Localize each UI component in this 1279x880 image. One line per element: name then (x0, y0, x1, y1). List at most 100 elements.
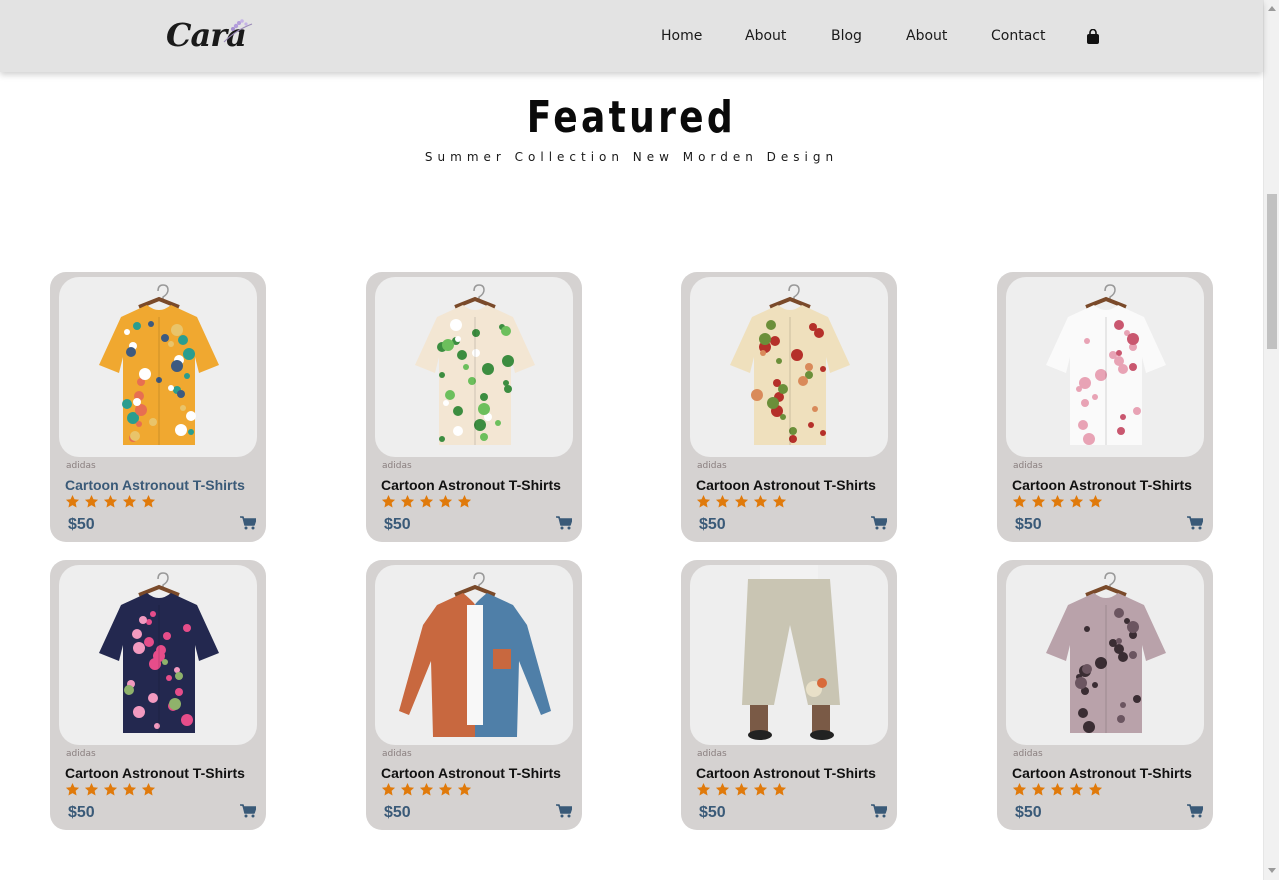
scroll-down-arrow-icon[interactable] (1268, 868, 1276, 873)
product-rating (65, 494, 160, 512)
product-card-4[interactable]: adidas Cartoon Astronout T-Shirts $50 (997, 272, 1213, 542)
product-price: $50 (1015, 804, 1042, 821)
product-brand: adidas (1013, 461, 1043, 471)
star-icon (400, 782, 415, 796)
site-header: Cara Home About Blog About Contact (0, 0, 1263, 72)
star-icon (753, 782, 768, 796)
product-price: $50 (68, 804, 95, 821)
product-rating (381, 494, 476, 512)
product-card-6[interactable]: adidas Cartoon Astronout T-Shirts $50 (366, 560, 582, 830)
product-card-5[interactable]: adidas Cartoon Astronout T-Shirts $50 (50, 560, 266, 830)
product-image[interactable] (375, 565, 573, 745)
product-brand: adidas (697, 749, 727, 759)
product-rating (696, 782, 791, 800)
star-icon (734, 494, 749, 508)
star-icon (772, 782, 787, 796)
product-image[interactable] (1006, 277, 1204, 457)
product-card-1[interactable]: adidas Cartoon Astronout T-Shirts $50 (50, 272, 266, 542)
star-icon (381, 494, 396, 508)
product-card-2[interactable]: adidas Cartoon Astronout T-Shirts $50 (366, 272, 582, 542)
product-price: $50 (384, 804, 411, 821)
product-image[interactable] (375, 277, 573, 457)
product-name: Cartoon Astronout T-Shirts (381, 477, 561, 493)
main-nav: Home About Blog About Contact (0, 0, 1263, 72)
star-icon (457, 494, 472, 508)
nav-about-2[interactable]: About (906, 28, 947, 44)
product-price: $50 (699, 804, 726, 821)
star-icon (65, 494, 80, 508)
product-image[interactable] (1006, 565, 1204, 745)
shopping-bag-icon[interactable] (1086, 29, 1100, 45)
star-icon (1069, 494, 1084, 508)
product-brand: adidas (697, 461, 727, 471)
product-image[interactable] (690, 565, 888, 745)
product-price: $50 (699, 516, 726, 533)
product-name: Cartoon Astronout T-Shirts (696, 477, 876, 493)
product-name: Cartoon Astronout T-Shirts (65, 477, 245, 493)
product-image[interactable] (690, 277, 888, 457)
cart-icon[interactable] (240, 804, 256, 818)
star-icon (734, 782, 749, 796)
cart-icon[interactable] (240, 516, 256, 530)
product-price: $50 (1015, 516, 1042, 533)
star-icon (103, 494, 118, 508)
nav-home[interactable]: Home (661, 28, 702, 44)
product-brand: adidas (382, 461, 412, 471)
star-icon (1050, 494, 1065, 508)
star-icon (696, 494, 711, 508)
star-icon (438, 782, 453, 796)
product-image[interactable] (59, 565, 257, 745)
star-icon (1050, 782, 1065, 796)
product-rating (381, 782, 476, 800)
star-icon (400, 494, 415, 508)
cart-icon[interactable] (556, 804, 572, 818)
product-name: Cartoon Astronout T-Shirts (381, 765, 561, 781)
star-icon (696, 782, 711, 796)
star-icon (457, 782, 472, 796)
cart-icon[interactable] (1187, 516, 1203, 530)
star-icon (122, 782, 137, 796)
product-card-8[interactable]: adidas Cartoon Astronout T-Shirts $50 (997, 560, 1213, 830)
star-icon (715, 782, 730, 796)
star-icon (1012, 782, 1027, 796)
star-icon (419, 494, 434, 508)
product-rating (1012, 494, 1107, 512)
product-card-7[interactable]: adidas Cartoon Astronout T-Shirts $50 (681, 560, 897, 830)
star-icon (772, 494, 787, 508)
star-icon (715, 494, 730, 508)
cart-icon[interactable] (871, 516, 887, 530)
star-icon (84, 494, 99, 508)
cart-icon[interactable] (871, 804, 887, 818)
product-image[interactable] (59, 277, 257, 457)
product-brand: adidas (382, 749, 412, 759)
page-scrollbar[interactable] (1263, 0, 1279, 880)
product-brand: adidas (1013, 749, 1043, 759)
product-card-3[interactable]: adidas Cartoon Astronout T-Shirts $50 (681, 272, 897, 542)
product-name: Cartoon Astronout T-Shirts (1012, 477, 1192, 493)
product-price: $50 (68, 516, 95, 533)
cart-icon[interactable] (1187, 804, 1203, 818)
star-icon (1031, 494, 1046, 508)
star-icon (122, 494, 137, 508)
product-rating (65, 782, 160, 800)
product-name: Cartoon Astronout T-Shirts (1012, 765, 1192, 781)
nav-blog[interactable]: Blog (831, 28, 862, 44)
scroll-up-arrow-icon[interactable] (1268, 6, 1276, 11)
scroll-thumb[interactable] (1267, 194, 1277, 349)
product-name: Cartoon Astronout T-Shirts (696, 765, 876, 781)
star-icon (141, 782, 156, 796)
star-icon (1012, 494, 1027, 508)
star-icon (1088, 494, 1103, 508)
product-brand: adidas (66, 749, 96, 759)
product-name: Cartoon Astronout T-Shirts (65, 765, 245, 781)
star-icon (753, 494, 768, 508)
cart-icon[interactable] (556, 516, 572, 530)
nav-about[interactable]: About (745, 28, 786, 44)
star-icon (1069, 782, 1084, 796)
section-title: Featured (526, 92, 737, 143)
star-icon (419, 782, 434, 796)
nav-contact[interactable]: Contact (991, 28, 1045, 44)
product-brand: adidas (66, 461, 96, 471)
product-rating (696, 494, 791, 512)
product-price: $50 (384, 516, 411, 533)
